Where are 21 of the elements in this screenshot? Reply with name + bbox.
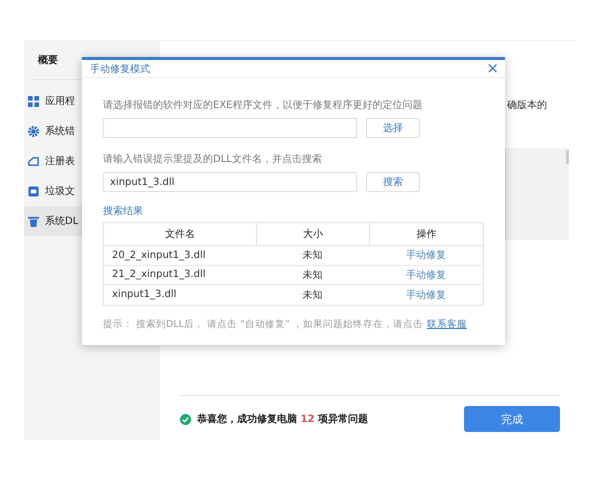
sidebar-label: 注册表: [45, 154, 75, 168]
description-text: 确版本的: [507, 98, 547, 112]
file-name-cell-text: xinput1_3.dll: [111, 288, 178, 302]
file-name-cell: 20_2_xinput1_3.dll: [104, 246, 256, 266]
dll-label: 请输入错误提示里提及的DLL文件名，并点击搜索: [103, 152, 323, 166]
column-header: 操作: [369, 223, 483, 246]
results-title: 搜索结果: [103, 204, 144, 218]
sidebar-label: 系统错: [45, 124, 75, 138]
hint-text: 提示： 搜索到DLL后， 请点击 “自动修复” ，如果问题始终存在，请点击 联系客服: [103, 318, 468, 330]
size-cell: 未知: [256, 266, 369, 285]
dialog-title: 手动修复模式: [90, 62, 150, 76]
size-cell-text: 未知: [302, 288, 324, 303]
column-header: 大小: [256, 223, 369, 246]
result-message: 恭喜您，成功修复电脑 12 项异常问题: [180, 412, 368, 426]
column-header: 文件名: [104, 223, 256, 246]
sidebar-label: 应用程: [45, 94, 75, 108]
file-name-cell: 21_2_xinput1_3.dll: [104, 266, 256, 285]
size-cell: 未知: [256, 246, 369, 266]
exe-label: 请选择报错的软件对应的EXE程序文件，以便于修复程序更好的定位问题: [103, 98, 424, 112]
sidebar-label: 垃圾文: [45, 184, 75, 198]
sidebar-label: 系统DL: [45, 214, 78, 228]
